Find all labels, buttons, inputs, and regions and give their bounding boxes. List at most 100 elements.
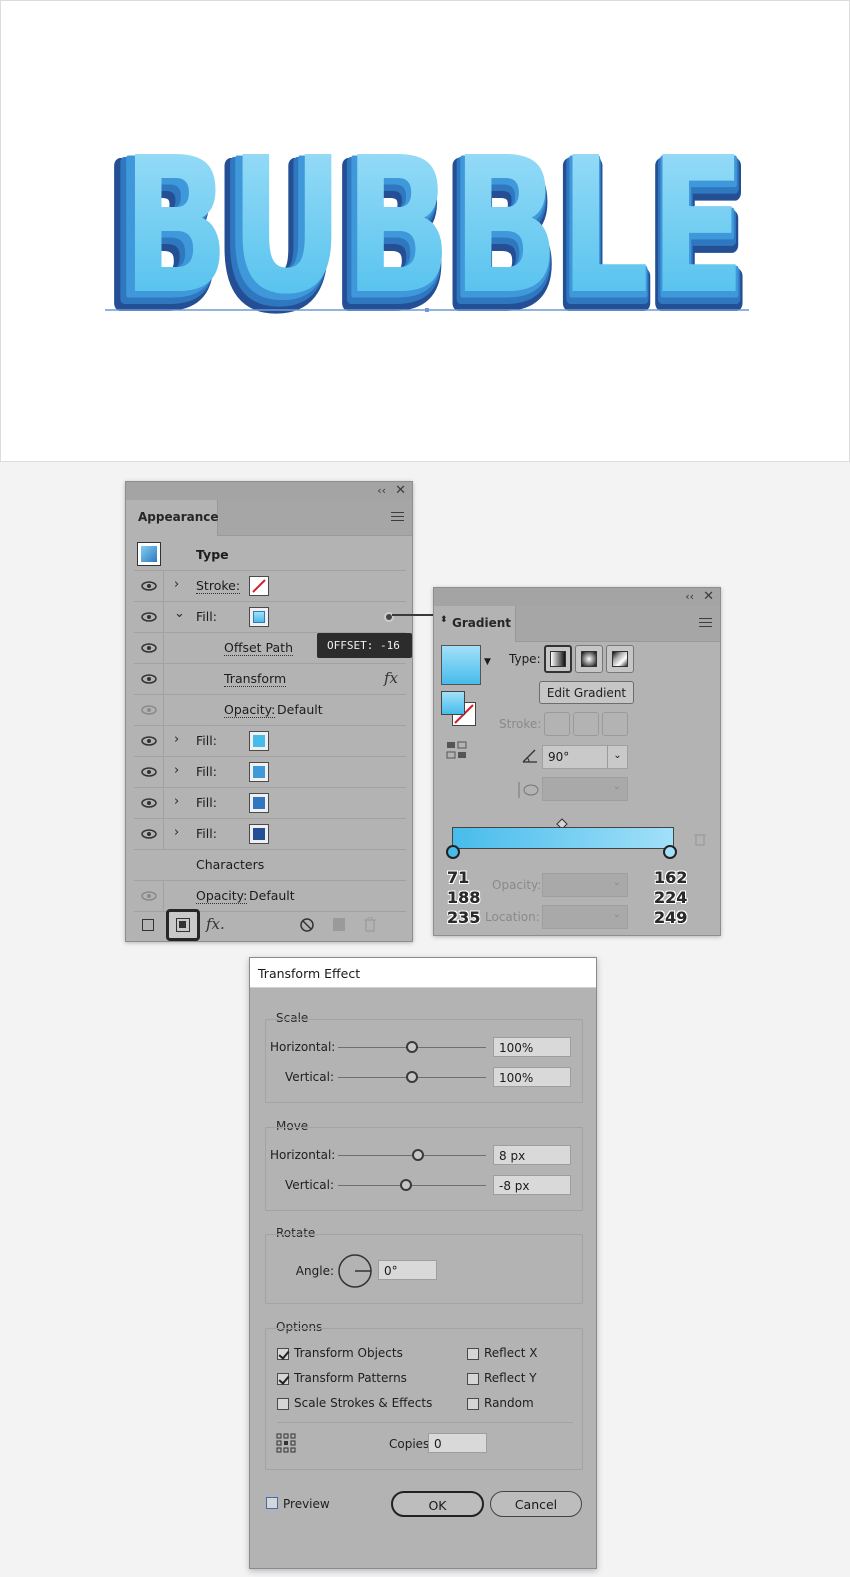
visibility-toggle[interactable] — [134, 571, 164, 601]
edit-gradient-button[interactable]: Edit Gradient — [539, 681, 634, 704]
appearance-row-fill[interactable]: › Fill: — [134, 726, 406, 757]
fill-swatch[interactable] — [249, 762, 269, 782]
effect-offset-path-link[interactable]: Offset Path — [224, 640, 293, 656]
visibility-toggle[interactable] — [134, 695, 164, 725]
chevron-right-icon[interactable]: › — [174, 794, 179, 809]
caret-down-icon[interactable]: ▼ — [484, 657, 491, 667]
visibility-toggle[interactable] — [134, 819, 164, 849]
chevron-right-icon[interactable]: › — [174, 577, 179, 592]
visibility-toggle[interactable] — [134, 664, 164, 694]
visibility-toggle[interactable] — [134, 757, 164, 787]
move-group — [265, 1127, 583, 1211]
move-vertical-slider[interactable] — [338, 1185, 486, 1186]
appearance-row-transform[interactable]: Transform fx — [134, 664, 406, 695]
reflect-y-checkbox[interactable] — [467, 1373, 479, 1385]
trash-icon[interactable] — [364, 917, 376, 932]
scale-strokes-checkbox[interactable] — [277, 1398, 289, 1410]
opacity-link[interactable]: Opacity: — [224, 702, 276, 718]
close-icon[interactable]: ✕ — [703, 589, 714, 605]
eye-icon — [141, 643, 157, 653]
transform-patterns-checkbox[interactable] — [277, 1373, 289, 1385]
effect-transform-link[interactable]: Transform — [224, 671, 287, 687]
duplicate-icon[interactable] — [333, 918, 345, 931]
appearance-row-characters[interactable]: Characters — [134, 850, 406, 881]
appearance-row-fill-expanded[interactable]: ⌄ Fill: — [134, 602, 406, 633]
reflect-x-checkbox[interactable] — [467, 1348, 479, 1360]
eye-icon — [141, 581, 157, 591]
scale-vertical-field[interactable]: 100% — [493, 1067, 571, 1087]
close-icon[interactable]: ✕ — [395, 483, 406, 499]
move-vertical-field[interactable]: -8 px — [493, 1175, 571, 1195]
visibility-toggle[interactable] — [134, 726, 164, 756]
angle-dial[interactable] — [337, 1253, 373, 1289]
fill-swatch[interactable] — [249, 824, 269, 844]
reference-point-icon[interactable] — [276, 1433, 296, 1453]
add-fill-button[interactable] — [166, 909, 200, 941]
opacity-link[interactable]: Opacity: — [196, 888, 248, 904]
row-label[interactable]: Stroke: — [196, 578, 241, 594]
chevron-right-icon[interactable]: › — [174, 825, 179, 840]
freeform-gradient-icon — [612, 651, 628, 667]
fx-icon[interactable]: fx — [384, 669, 398, 687]
type-label: Type: — [509, 652, 541, 666]
visibility-toggle[interactable] — [134, 881, 164, 911]
scale-horizontal-field[interactable]: 100% — [493, 1037, 571, 1057]
transform-objects-checkbox[interactable] — [277, 1348, 289, 1360]
cancel-button[interactable]: Cancel — [490, 1491, 582, 1517]
angle-field[interactable]: 90° ⌄ — [542, 745, 628, 769]
visibility-toggle[interactable] — [134, 602, 164, 632]
scale-horizontal-knob[interactable] — [406, 1041, 418, 1053]
chevron-right-icon[interactable]: › — [174, 763, 179, 778]
add-stroke-icon[interactable] — [142, 919, 154, 931]
gradient-thumbnail[interactable] — [441, 645, 481, 685]
fill-swatch[interactable] — [249, 793, 269, 813]
chevron-right-icon[interactable]: › — [174, 732, 179, 747]
stroke-none-swatch[interactable] — [249, 576, 269, 596]
tab-gradient[interactable]: ⬍ Gradient — [434, 606, 516, 642]
appearance-row-fill[interactable]: › Fill: — [134, 788, 406, 819]
angle-field[interactable]: 0° — [378, 1260, 437, 1280]
panel-menu-icon[interactable] — [391, 512, 404, 524]
panel-menu-icon[interactable] — [699, 618, 712, 630]
collapse-icon[interactable]: ‹‹ — [377, 483, 386, 499]
eye-icon — [141, 736, 157, 746]
fill-indicator[interactable] — [441, 691, 465, 715]
gradient-panel: ‹‹ ✕ ⬍ Gradient ▼ Type: Edit Gradient St… — [433, 587, 721, 936]
fx-icon[interactable]: fx. — [206, 915, 225, 933]
random-label: Random — [484, 1396, 534, 1410]
freeform-gradient-button[interactable] — [606, 645, 634, 673]
radial-gradient-button[interactable] — [575, 645, 603, 673]
preview-checkbox[interactable] — [266, 1497, 278, 1509]
gradient-stop-start[interactable] — [446, 845, 460, 859]
appearance-row-fill[interactable]: › Fill: — [134, 819, 406, 850]
tab-appearance[interactable]: Appearance — [126, 500, 219, 536]
start-color-r: 71 — [447, 868, 470, 887]
appearance-row-fill[interactable]: › Fill: — [134, 757, 406, 788]
collapse-icon[interactable]: ‹‹ — [685, 589, 694, 605]
visibility-toggle[interactable] — [134, 788, 164, 818]
appearance-row-type[interactable]: Type — [134, 540, 406, 571]
transform-patterns-label: Transform Patterns — [294, 1371, 407, 1385]
fill-gradient-swatch[interactable] — [249, 607, 269, 627]
move-horizontal-knob[interactable] — [412, 1149, 424, 1161]
chevron-down-icon[interactable]: ⌄ — [174, 606, 185, 621]
gradient-slider[interactable] — [452, 827, 674, 849]
clear-appearance-icon[interactable] — [300, 918, 314, 932]
ok-button[interactable]: OK — [391, 1491, 484, 1517]
appearance-row-opacity[interactable]: Opacity: Default — [134, 881, 406, 912]
move-vertical-knob[interactable] — [400, 1179, 412, 1191]
linear-gradient-button[interactable] — [544, 645, 572, 673]
appearance-row-stroke[interactable]: › Stroke: — [134, 571, 406, 602]
chevron-down-icon[interactable]: ⌄ — [607, 746, 627, 768]
appearance-row-opacity[interactable]: Opacity: Default — [134, 695, 406, 726]
move-horizontal-field[interactable]: 8 px — [493, 1145, 571, 1165]
random-checkbox[interactable] — [467, 1398, 479, 1410]
reverse-gradient-icon[interactable] — [446, 740, 468, 760]
visibility-toggle[interactable] — [134, 633, 164, 663]
reflect-y-label: Reflect Y — [484, 1371, 537, 1385]
fill-swatch[interactable] — [249, 731, 269, 751]
copies-field[interactable]: 0 — [428, 1433, 487, 1453]
gradient-stop-end[interactable] — [663, 845, 677, 859]
scale-vertical-knob[interactable] — [406, 1071, 418, 1083]
panel-header: ‹‹ ✕ — [126, 482, 412, 500]
